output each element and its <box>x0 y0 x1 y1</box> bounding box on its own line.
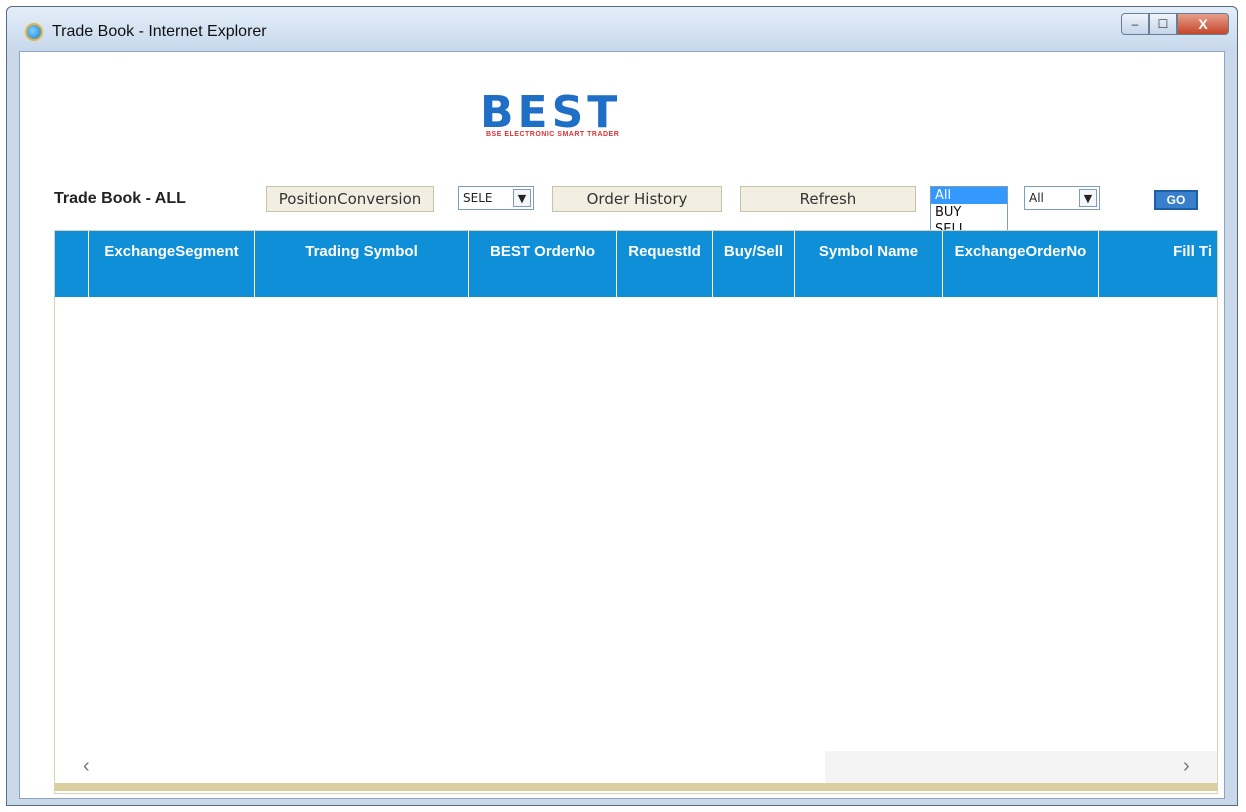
horizontal-scrollbar[interactable]: ‹ › <box>55 751 1217 783</box>
column-header-best-order-no[interactable]: BEST OrderNo <box>469 231 617 297</box>
scroll-right-icon[interactable]: › <box>1183 755 1190 778</box>
trade-book-grid: ExchangeSegment Trading Symbol BEST Orde… <box>54 230 1218 794</box>
column-header-symbol-name[interactable]: Symbol Name <box>795 231 943 297</box>
column-header-select <box>55 231 89 297</box>
column-header-fill-time[interactable]: Fill Ti <box>1099 231 1217 297</box>
maximize-button[interactable]: ☐ <box>1149 13 1177 35</box>
window-title: Trade Book - Internet Explorer <box>52 23 267 40</box>
table-header: ExchangeSegment Trading Symbol BEST Orde… <box>55 231 1217 297</box>
scrollbar-thumb[interactable] <box>55 751 825 783</box>
window-controls: – ☐ X <box>1121 13 1229 35</box>
order-history-button[interactable]: Order History <box>552 186 722 212</box>
column-header-exchange-order-no[interactable]: ExchangeOrderNo <box>943 231 1099 297</box>
dropdown-option-buy[interactable]: BUY <box>931 204 1007 221</box>
segment-select[interactable]: SELE ▼ <box>458 186 534 210</box>
page-title: Trade Book - ALL <box>54 190 186 207</box>
chevron-down-icon: ▼ <box>513 189 531 207</box>
column-header-trading-symbol[interactable]: Trading Symbol <box>255 231 469 297</box>
position-conversion-button[interactable]: PositionConversion <box>266 186 434 212</box>
segment-select-value: SELE <box>463 191 493 205</box>
title-bar: Trade Book - Internet Explorer – ☐ X <box>7 7 1237 51</box>
best-logo: BEST BSE ELECTRONIC SMART TRADER <box>480 87 720 147</box>
status-select-value: All <box>1029 191 1044 205</box>
grid-footer-bar <box>55 783 1217 791</box>
dropdown-option-all[interactable]: All <box>931 187 1007 204</box>
close-button[interactable]: X <box>1177 13 1229 35</box>
browser-window: Trade Book - Internet Explorer – ☐ X BES… <box>6 6 1238 806</box>
minimize-button[interactable]: – <box>1121 13 1149 35</box>
column-header-buy-sell[interactable]: Buy/Sell <box>713 231 795 297</box>
status-select[interactable]: All ▼ <box>1024 186 1100 210</box>
column-header-request-id[interactable]: RequestId <box>617 231 713 297</box>
page-content: BEST BSE ELECTRONIC SMART TRADER Trade B… <box>19 51 1225 799</box>
column-header-exchange-segment[interactable]: ExchangeSegment <box>89 231 255 297</box>
go-button[interactable]: GO <box>1154 190 1198 210</box>
chevron-down-icon: ▼ <box>1079 189 1097 207</box>
logo-tagline: BSE ELECTRONIC SMART TRADER <box>486 131 620 138</box>
internet-explorer-icon <box>25 23 43 41</box>
refresh-button[interactable]: Refresh <box>740 186 916 212</box>
scroll-left-icon[interactable]: ‹ <box>83 755 90 778</box>
